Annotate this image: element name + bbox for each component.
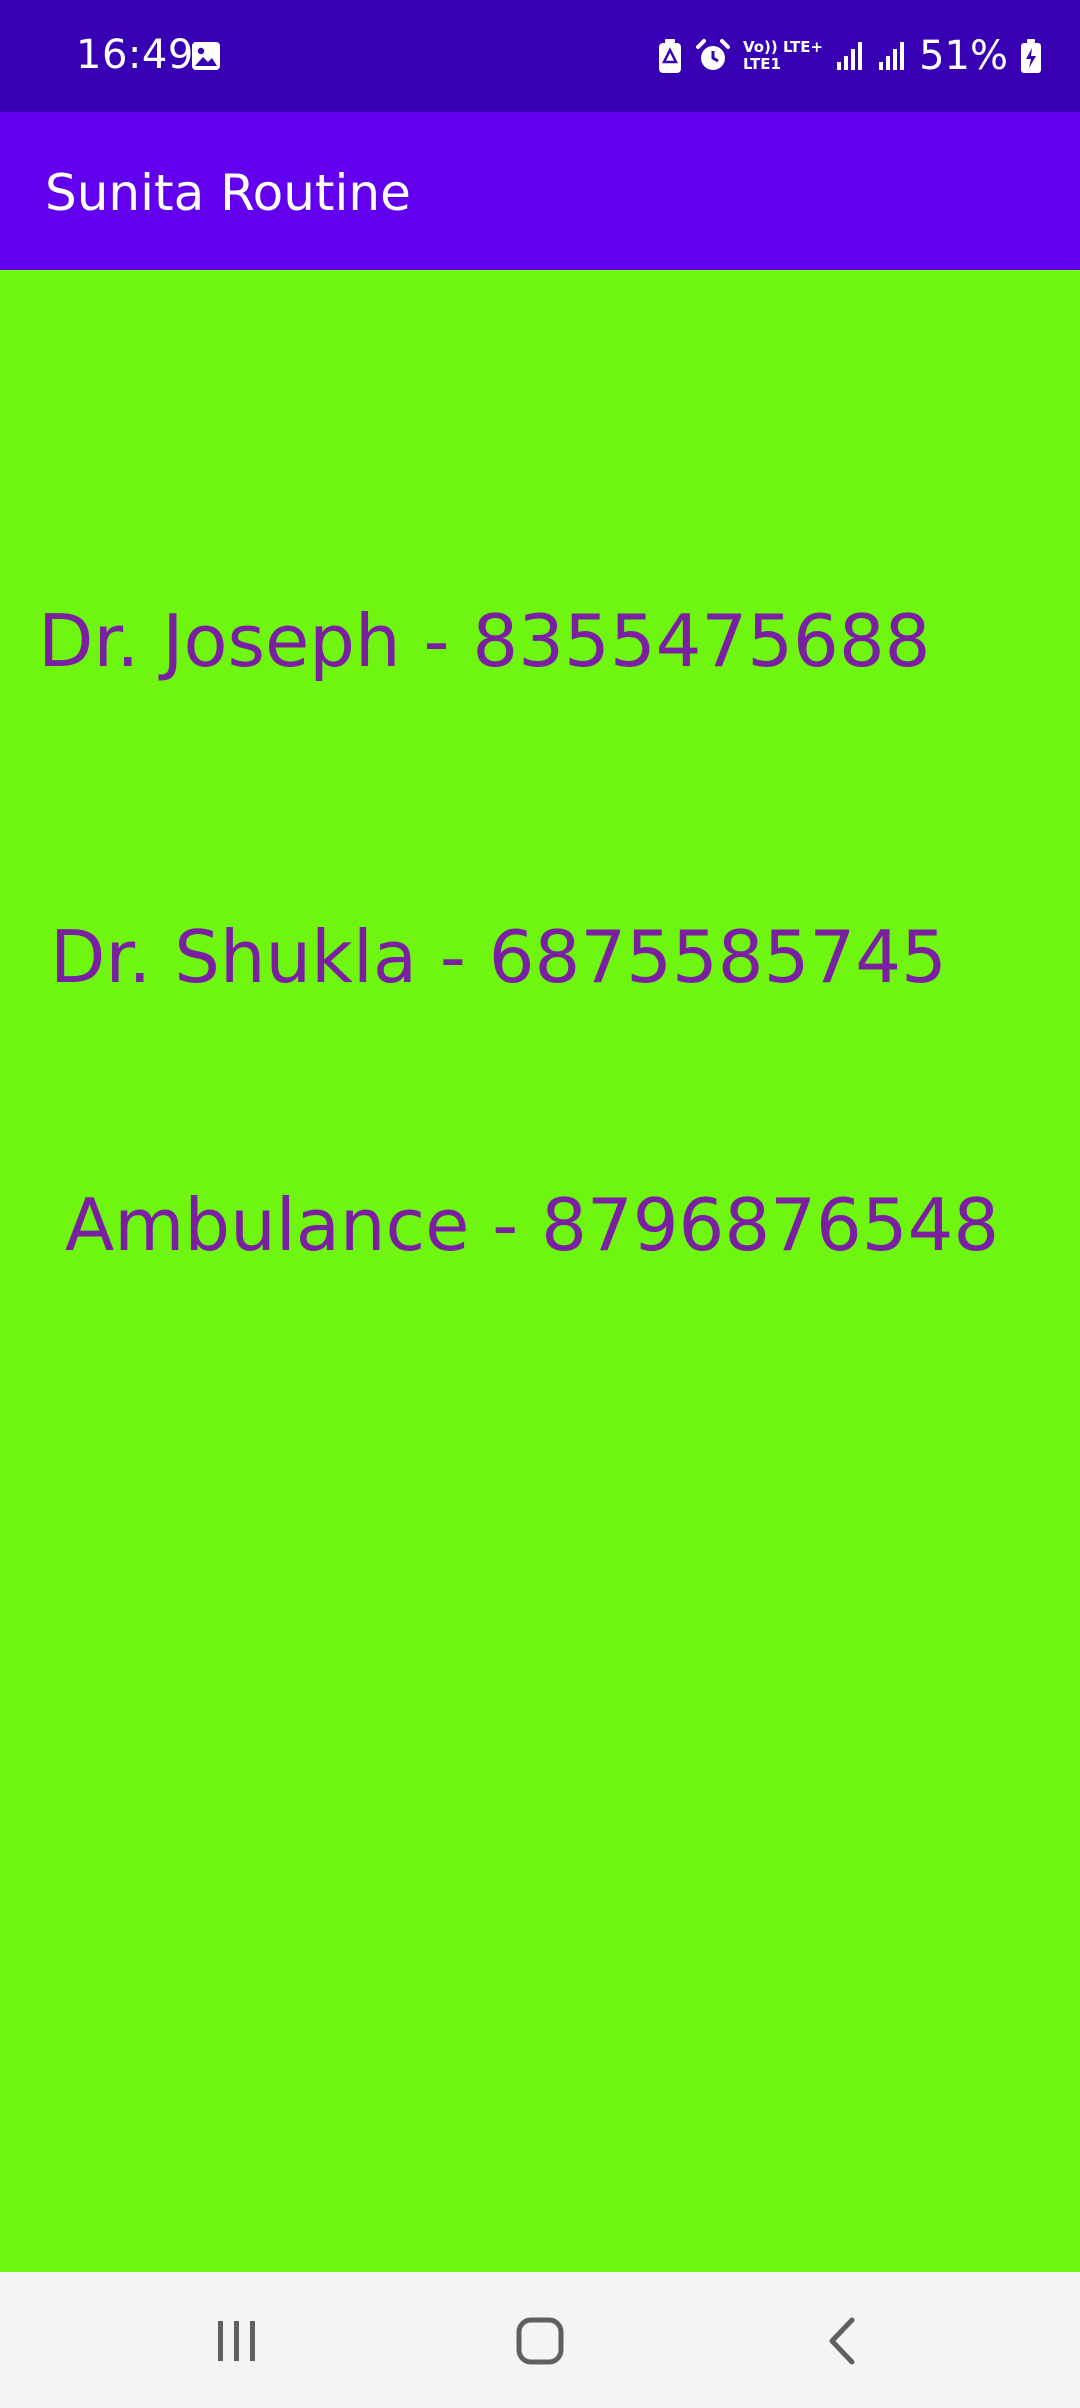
navigation-bar [0,2272,1080,2408]
home-button[interactable] [490,2296,590,2386]
battery-percent: 51% [919,33,1008,79]
app-title: Sunita Routine [45,164,411,222]
network-type-top: Vo)) LTE+ [742,38,824,56]
signal-icon [837,42,863,70]
network-type-bottom: LTE1 [742,55,781,73]
contact-dr-joseph[interactable]: Dr. Joseph - 8355475688 [38,596,930,686]
gallery-icon [192,42,220,70]
home-icon [516,2317,564,2365]
status-icons: Vo)) LTE+ LTE1 51% [657,28,1042,84]
status-time: 16:49 [76,32,194,78]
status-bar: 16:49 Vo)) LTE+ LTE1 51% [0,0,1080,112]
back-icon [829,2317,855,2365]
network-type-label: Vo)) LTE+ LTE1 [743,39,823,73]
contact-ambulance[interactable]: Ambulance - 8796876548 [65,1180,999,1270]
recents-button[interactable] [187,2296,287,2386]
recents-icon [218,2321,255,2361]
battery-icon [1021,39,1041,73]
screen: 16:49 Vo)) LTE+ LTE1 51% Sunita Routine … [0,0,1080,2408]
contact-dr-shukla[interactable]: Dr. Shukla - 6875585745 [50,912,947,1002]
back-button[interactable] [792,2296,892,2386]
app-bar: Sunita Routine [0,112,1080,270]
battery-saver-icon [658,39,681,73]
signal-icon [879,42,905,70]
alarm-icon [695,39,730,70]
